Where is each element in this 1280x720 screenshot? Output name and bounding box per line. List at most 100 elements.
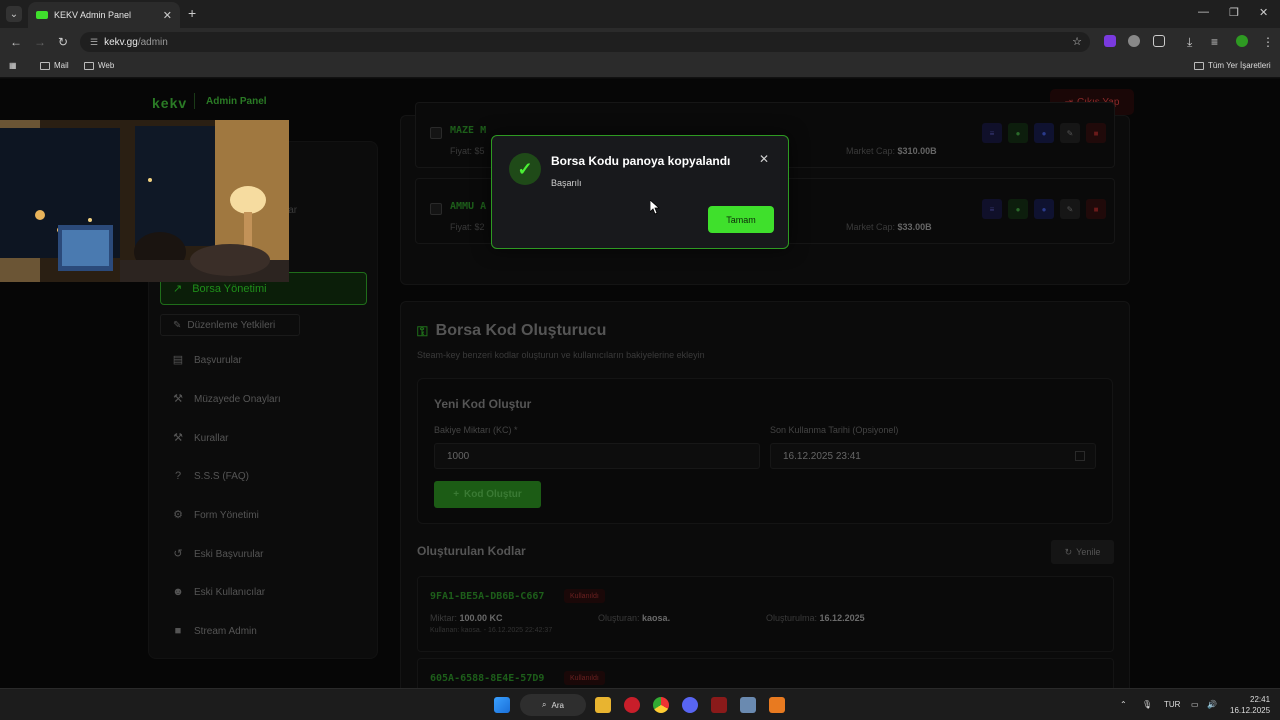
bookmark-web[interactable]: Web (84, 61, 114, 70)
menu-icon[interactable]: ⋮ (1262, 35, 1274, 49)
folder-icon (40, 61, 50, 70)
apps-icon[interactable]: ▦ (9, 61, 17, 70)
delete-icon[interactable]: ■ (1086, 199, 1106, 219)
reload-icon[interactable]: ↻ (58, 35, 68, 49)
header-divider (194, 93, 195, 109)
browser-tabbar: ⌄ KEKV Admin Panel ✕ + — ❐ ✕ (0, 0, 1280, 28)
expiry-label: Son Kullanma Tarihi (Opsiyonel) (770, 425, 899, 435)
minimize-icon[interactable]: — (1198, 6, 1209, 18)
new-code-form: Yeni Kod Oluştur Bakiye Miktarı (KC) * 1… (417, 378, 1113, 524)
delete-icon[interactable]: ■ (1086, 123, 1106, 143)
close-tab-icon[interactable]: ✕ (163, 9, 172, 22)
profile-avatar[interactable] (1236, 35, 1248, 47)
amount-input[interactable]: 1000 (434, 443, 760, 469)
expiry-input[interactable]: 16.12.2025 23:41 (770, 443, 1096, 469)
sidebar-item-stream-admin[interactable]: ■ Stream Admin (172, 625, 257, 637)
stock-actions: ≡ ● ● ✎ ■ (982, 199, 1106, 219)
code-used-by: Kullanan: kaosa. - 16.12.2025 22:42:37 (430, 627, 553, 634)
edit-icon[interactable]: ✎ (1060, 199, 1080, 219)
settings-app-icon[interactable] (740, 697, 756, 713)
browser-tab[interactable]: KEKV Admin Panel ✕ (28, 2, 180, 28)
sidebar-item-muzayede[interactable]: ⚒ Müzayede Onayları (172, 393, 281, 405)
extension-icon[interactable] (1104, 35, 1116, 47)
clock[interactable]: 22:41 16.12.2025 (1230, 694, 1270, 716)
file-explorer-icon[interactable] (595, 697, 611, 713)
stock-price: Fiyat: $2 (450, 222, 485, 232)
code-creator: Oluşturan: kaosa. (598, 613, 671, 623)
sidebar-item-permissions[interactable]: ✎ Düzenleme Yetkileri (160, 314, 300, 336)
new-tab-button[interactable]: + (188, 5, 196, 21)
info-icon[interactable]: ● (1034, 199, 1054, 219)
generator-title: ⚿ Borsa Kod Oluşturucu (417, 322, 607, 339)
app-icon[interactable] (769, 697, 785, 713)
folder-icon (84, 61, 94, 70)
forward-icon[interactable]: → (34, 35, 46, 49)
address-bar[interactable]: ☰ kekv.gg/admin ☆ (80, 32, 1090, 52)
bookmark-mail[interactable]: Mail (40, 61, 69, 70)
create-code-button[interactable]: + Kod Oluştur (434, 481, 541, 508)
site-info-icon[interactable]: ☰ (90, 37, 98, 48)
stock-checkbox[interactable] (430, 203, 442, 215)
app-icon[interactable] (711, 697, 727, 713)
code-value[interactable]: 605A-6588-8E4E-57D9 (430, 673, 544, 684)
camera-extension-icon[interactable] (1128, 35, 1140, 47)
taskbar-search[interactable]: ⌕ Ara (520, 694, 586, 716)
all-bookmarks[interactable]: Tüm Yer İşaretleri (1194, 61, 1271, 70)
network-icon[interactable]: ▭ (1191, 700, 1199, 709)
sidebar-item-old-applications[interactable]: ↺ Eski Başvurular (172, 548, 263, 560)
dialog-message: Başarılı (551, 178, 582, 188)
plus-icon[interactable]: ● (1008, 123, 1028, 143)
sidebar-item-basvurular[interactable]: ▤ Başvurular (172, 354, 242, 366)
download-icon[interactable]: ⤓ (1187, 35, 1192, 50)
chrome-icon[interactable] (653, 697, 669, 713)
refresh-icon: ↻ (1064, 546, 1073, 557)
kekv-logo[interactable]: kekv (152, 95, 187, 111)
bookmark-star-icon[interactable]: ☆ (1072, 35, 1082, 48)
stock-actions: ≡ ● ● ✎ ■ (982, 123, 1106, 143)
calendar-icon[interactable] (1075, 451, 1085, 461)
sidebar-item-kurallar[interactable]: ⚒ Kurallar (172, 432, 228, 444)
language-indicator[interactable]: TUR (1164, 700, 1180, 709)
tray-chevron-icon[interactable]: ⌃ (1120, 700, 1127, 709)
restore-icon[interactable]: ❐ (1229, 6, 1239, 19)
stock-checkbox[interactable] (430, 127, 442, 139)
search-icon: ⌕ (542, 700, 547, 709)
tab-search-button[interactable]: ⌄ (6, 6, 22, 22)
ok-button[interactable]: Tamam (708, 206, 774, 233)
code-value[interactable]: 9FA1-BE5A-DB6B-C667 (430, 591, 544, 602)
edit-icon[interactable]: ✎ (1060, 123, 1080, 143)
stock-code: MAZE M (450, 125, 487, 136)
discord-icon[interactable] (682, 697, 698, 713)
url-text: kekv.gg/admin (104, 36, 168, 48)
back-icon[interactable]: ← (10, 35, 22, 49)
media-icon[interactable]: ≡ (1211, 35, 1218, 49)
opera-icon[interactable] (624, 697, 640, 713)
plus-icon[interactable]: ● (1008, 199, 1028, 219)
volume-icon[interactable]: 🔊 (1207, 700, 1217, 709)
microphone-icon[interactable]: 🎙 (1142, 700, 1152, 709)
code-generator-card: ⚿ Borsa Kod Oluşturucu Steam-key benzeri … (400, 301, 1130, 688)
close-icon[interactable]: ✕ (759, 152, 769, 166)
plus-icon: + (453, 489, 460, 500)
code-row: 605A-6588-8E4E-57D9 Kullanıldı (417, 658, 1114, 688)
stock-price: Fiyat: $5 (450, 146, 485, 156)
status-badge: Kullanıldı (564, 671, 605, 685)
sidebar-item-old-users[interactable]: ☻ Eski Kullanıcılar (172, 586, 265, 598)
trend-icon: ↗ (173, 283, 183, 295)
list-icon[interactable]: ≡ (982, 199, 1002, 219)
status-badge: Kullanıldı (564, 589, 605, 603)
pencil-icon: ✎ (173, 319, 182, 331)
question-icon: ? (174, 470, 182, 482)
windows-start-icon[interactable] (494, 697, 510, 713)
refresh-button[interactable]: ↻ Yenile (1051, 540, 1114, 564)
document-icon: ▤ (172, 354, 184, 366)
stock-market-cap: Market Cap: $33.00B (846, 222, 932, 232)
info-icon[interactable]: ● (1034, 123, 1054, 143)
dialog-title: Borsa Kodu panoya kopyalandı (551, 154, 731, 168)
list-icon[interactable]: ≡ (982, 123, 1002, 143)
extensions-puzzle-icon[interactable] (1153, 35, 1165, 47)
sidebar-item-faq[interactable]: ? S.S.S (FAQ) (172, 470, 249, 482)
sidebar-item-forms[interactable]: ⚙ Form Yönetimi (172, 509, 259, 521)
codes-title: Oluşturulan Kodlar (417, 544, 526, 558)
close-window-icon[interactable]: ✕ (1259, 6, 1268, 19)
